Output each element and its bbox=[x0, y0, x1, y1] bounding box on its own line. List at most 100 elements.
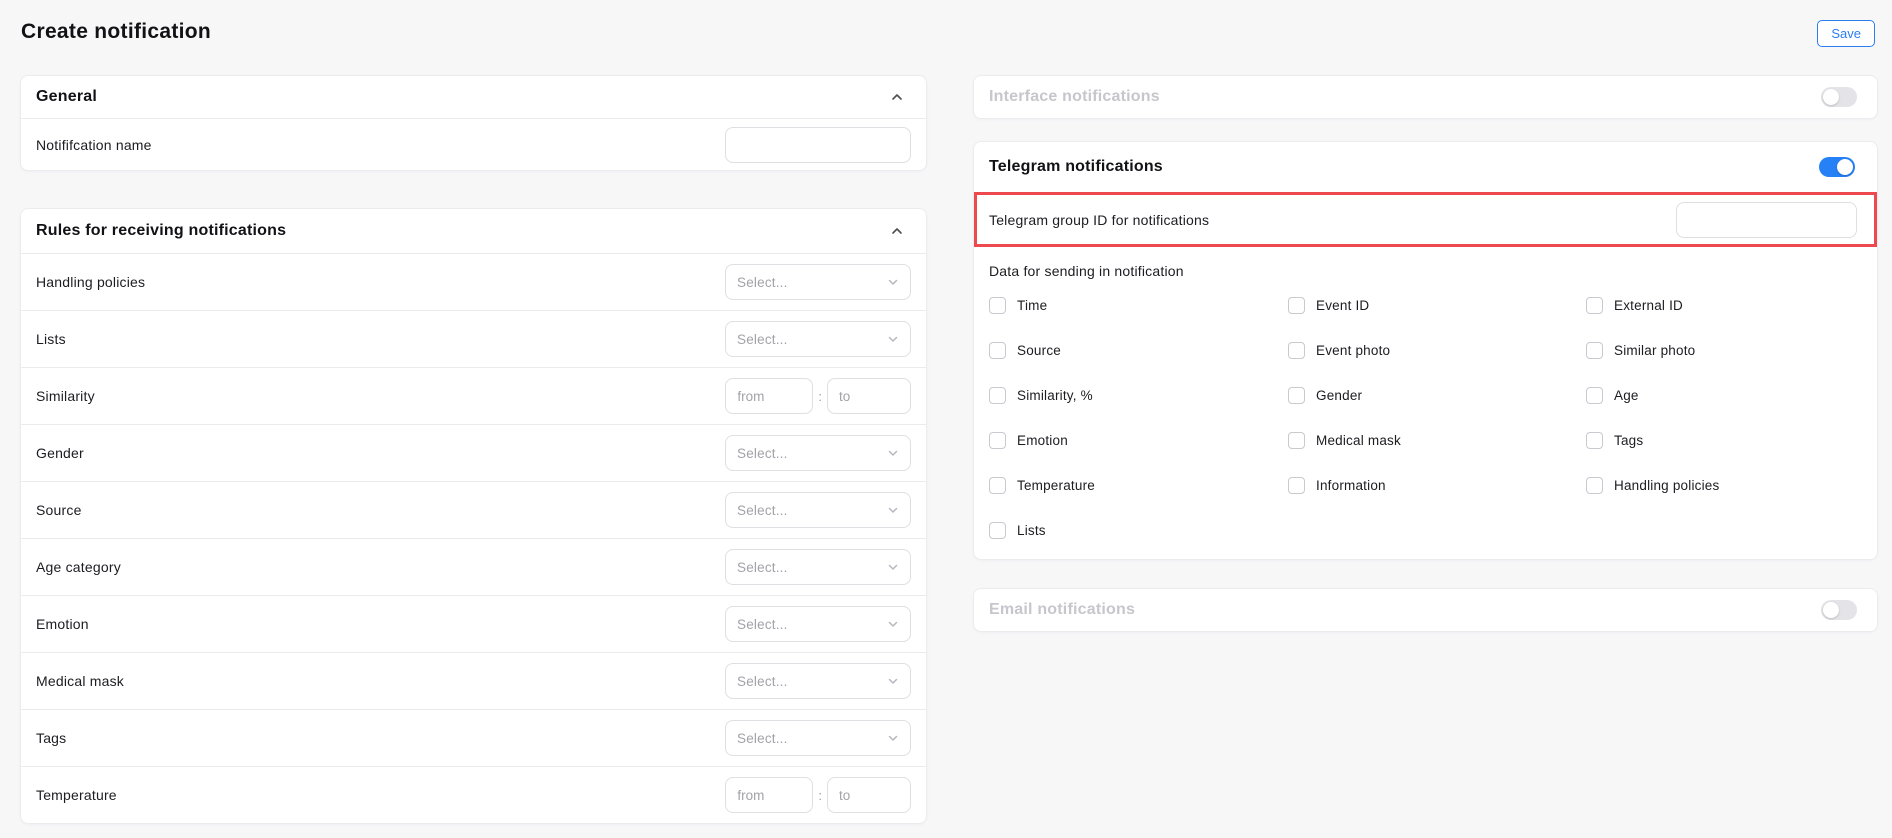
temperature-range: : bbox=[725, 777, 911, 813]
temperature-from-input[interactable] bbox=[725, 777, 813, 813]
checkbox-temperature[interactable]: Temperature bbox=[989, 463, 1288, 508]
tags-select[interactable]: Select... bbox=[725, 720, 911, 756]
rule-row-medical-mask: Medical mask Select... bbox=[21, 652, 926, 709]
checkbox-icon bbox=[1586, 297, 1603, 314]
checkbox-column-1: Time Source Similarity, % Emotion Temper… bbox=[989, 283, 1288, 553]
select-placeholder: Select... bbox=[737, 731, 788, 746]
rule-label: Emotion bbox=[36, 616, 89, 632]
range-separator: : bbox=[818, 389, 822, 404]
telegram-group-id-row: Telegram group ID for notifications bbox=[974, 192, 1877, 247]
checkbox-label: Emotion bbox=[1017, 433, 1068, 448]
checkbox-similarity-percent[interactable]: Similarity, % bbox=[989, 373, 1288, 418]
checkbox-icon bbox=[1586, 432, 1603, 449]
rule-label: Medical mask bbox=[36, 673, 124, 689]
lists-select[interactable]: Select... bbox=[725, 321, 911, 357]
checkbox-column-3: External ID Similar photo Age Tags Handl… bbox=[1586, 283, 1877, 508]
email-notifications-card: Email notifications bbox=[973, 588, 1878, 632]
toggle-knob bbox=[1823, 89, 1839, 105]
checkbox-icon bbox=[1288, 387, 1305, 404]
checkbox-label: Time bbox=[1017, 298, 1047, 313]
save-button[interactable]: Save bbox=[1817, 20, 1875, 47]
rule-row-temperature: Temperature : bbox=[21, 766, 926, 823]
telegram-group-id-label: Telegram group ID for notifications bbox=[989, 212, 1209, 228]
email-notifications-toggle[interactable] bbox=[1821, 600, 1857, 620]
select-placeholder: Select... bbox=[737, 503, 788, 518]
checkbox-grid: Time Source Similarity, % Emotion Temper… bbox=[974, 283, 1877, 559]
checkbox-label: Medical mask bbox=[1316, 433, 1401, 448]
chevron-down-icon bbox=[887, 447, 899, 459]
checkbox-external-id[interactable]: External ID bbox=[1586, 283, 1877, 328]
medical-mask-select[interactable]: Select... bbox=[725, 663, 911, 699]
checkbox-tags[interactable]: Tags bbox=[1586, 418, 1877, 463]
rule-label: Age category bbox=[36, 559, 121, 575]
notification-name-input[interactable] bbox=[725, 127, 911, 163]
gender-select[interactable]: Select... bbox=[725, 435, 911, 471]
page-title: Create notification bbox=[21, 20, 211, 44]
checkbox-label: Lists bbox=[1017, 523, 1046, 538]
interface-notifications-toggle[interactable] bbox=[1821, 87, 1857, 107]
checkbox-label: Source bbox=[1017, 343, 1061, 358]
checkbox-label: External ID bbox=[1614, 298, 1683, 313]
rule-row-handling-policies: Handling policies Select... bbox=[21, 253, 926, 310]
range-separator: : bbox=[818, 788, 822, 803]
checkbox-label: Temperature bbox=[1017, 478, 1095, 493]
similarity-range: : bbox=[725, 378, 911, 414]
email-notifications-title: Email notifications bbox=[989, 601, 1135, 619]
checkbox-handling-policies[interactable]: Handling policies bbox=[1586, 463, 1877, 508]
toggle-knob bbox=[1823, 602, 1839, 618]
checkbox-icon bbox=[1586, 342, 1603, 359]
checkbox-medical-mask[interactable]: Medical mask bbox=[1288, 418, 1586, 463]
select-placeholder: Select... bbox=[737, 332, 788, 347]
select-placeholder: Select... bbox=[737, 446, 788, 461]
telegram-notifications-header: Telegram notifications bbox=[974, 142, 1877, 192]
checkbox-information[interactable]: Information bbox=[1288, 463, 1586, 508]
source-select[interactable]: Select... bbox=[725, 492, 911, 528]
similarity-from-input[interactable] bbox=[725, 378, 813, 414]
select-placeholder: Select... bbox=[737, 674, 788, 689]
handling-policies-select[interactable]: Select... bbox=[725, 264, 911, 300]
checkbox-gender[interactable]: Gender bbox=[1288, 373, 1586, 418]
chevron-down-icon bbox=[887, 561, 899, 573]
checkbox-source[interactable]: Source bbox=[989, 328, 1288, 373]
rules-section: Rules for receiving notifications Handli… bbox=[20, 208, 927, 824]
general-section-title: General bbox=[36, 88, 97, 106]
chevron-down-icon bbox=[887, 504, 899, 516]
checkbox-label: Age bbox=[1614, 388, 1639, 403]
telegram-notifications-card: Telegram notifications Telegram group ID… bbox=[973, 141, 1878, 560]
checkbox-icon bbox=[1288, 297, 1305, 314]
telegram-notifications-toggle[interactable] bbox=[1819, 157, 1855, 177]
checkbox-event-id[interactable]: Event ID bbox=[1288, 283, 1586, 328]
telegram-group-id-input[interactable] bbox=[1676, 202, 1857, 238]
emotion-select[interactable]: Select... bbox=[725, 606, 911, 642]
chevron-down-icon bbox=[887, 675, 899, 687]
age-category-select[interactable]: Select... bbox=[725, 549, 911, 585]
chevron-up-icon[interactable] bbox=[890, 90, 904, 104]
checkbox-label: Information bbox=[1316, 478, 1386, 493]
rules-section-header[interactable]: Rules for receiving notifications bbox=[21, 209, 926, 253]
select-placeholder: Select... bbox=[737, 560, 788, 575]
checkbox-icon bbox=[1288, 432, 1305, 449]
checkbox-label: Gender bbox=[1316, 388, 1362, 403]
checkbox-time[interactable]: Time bbox=[989, 283, 1288, 328]
rule-row-tags: Tags Select... bbox=[21, 709, 926, 766]
similarity-to-input[interactable] bbox=[827, 378, 911, 414]
checkbox-event-photo[interactable]: Event photo bbox=[1288, 328, 1586, 373]
general-section-header[interactable]: General bbox=[21, 76, 926, 118]
checkbox-label: Event photo bbox=[1316, 343, 1390, 358]
chevron-up-icon[interactable] bbox=[890, 224, 904, 238]
rule-label: Source bbox=[36, 502, 82, 518]
temperature-to-input[interactable] bbox=[827, 777, 911, 813]
rule-label: Lists bbox=[36, 331, 66, 347]
notification-name-label: Notififcation name bbox=[36, 137, 152, 153]
rule-label: Temperature bbox=[36, 787, 117, 803]
checkbox-label: Tags bbox=[1614, 433, 1643, 448]
checkbox-emotion[interactable]: Emotion bbox=[989, 418, 1288, 463]
checkbox-similar-photo[interactable]: Similar photo bbox=[1586, 328, 1877, 373]
checkbox-age[interactable]: Age bbox=[1586, 373, 1877, 418]
checkbox-lists[interactable]: Lists bbox=[989, 508, 1288, 553]
rule-row-lists: Lists Select... bbox=[21, 310, 926, 367]
rule-label: Tags bbox=[36, 730, 66, 746]
checkbox-icon bbox=[989, 387, 1006, 404]
checkbox-label: Similarity, % bbox=[1017, 388, 1093, 403]
toggle-knob bbox=[1837, 159, 1853, 175]
